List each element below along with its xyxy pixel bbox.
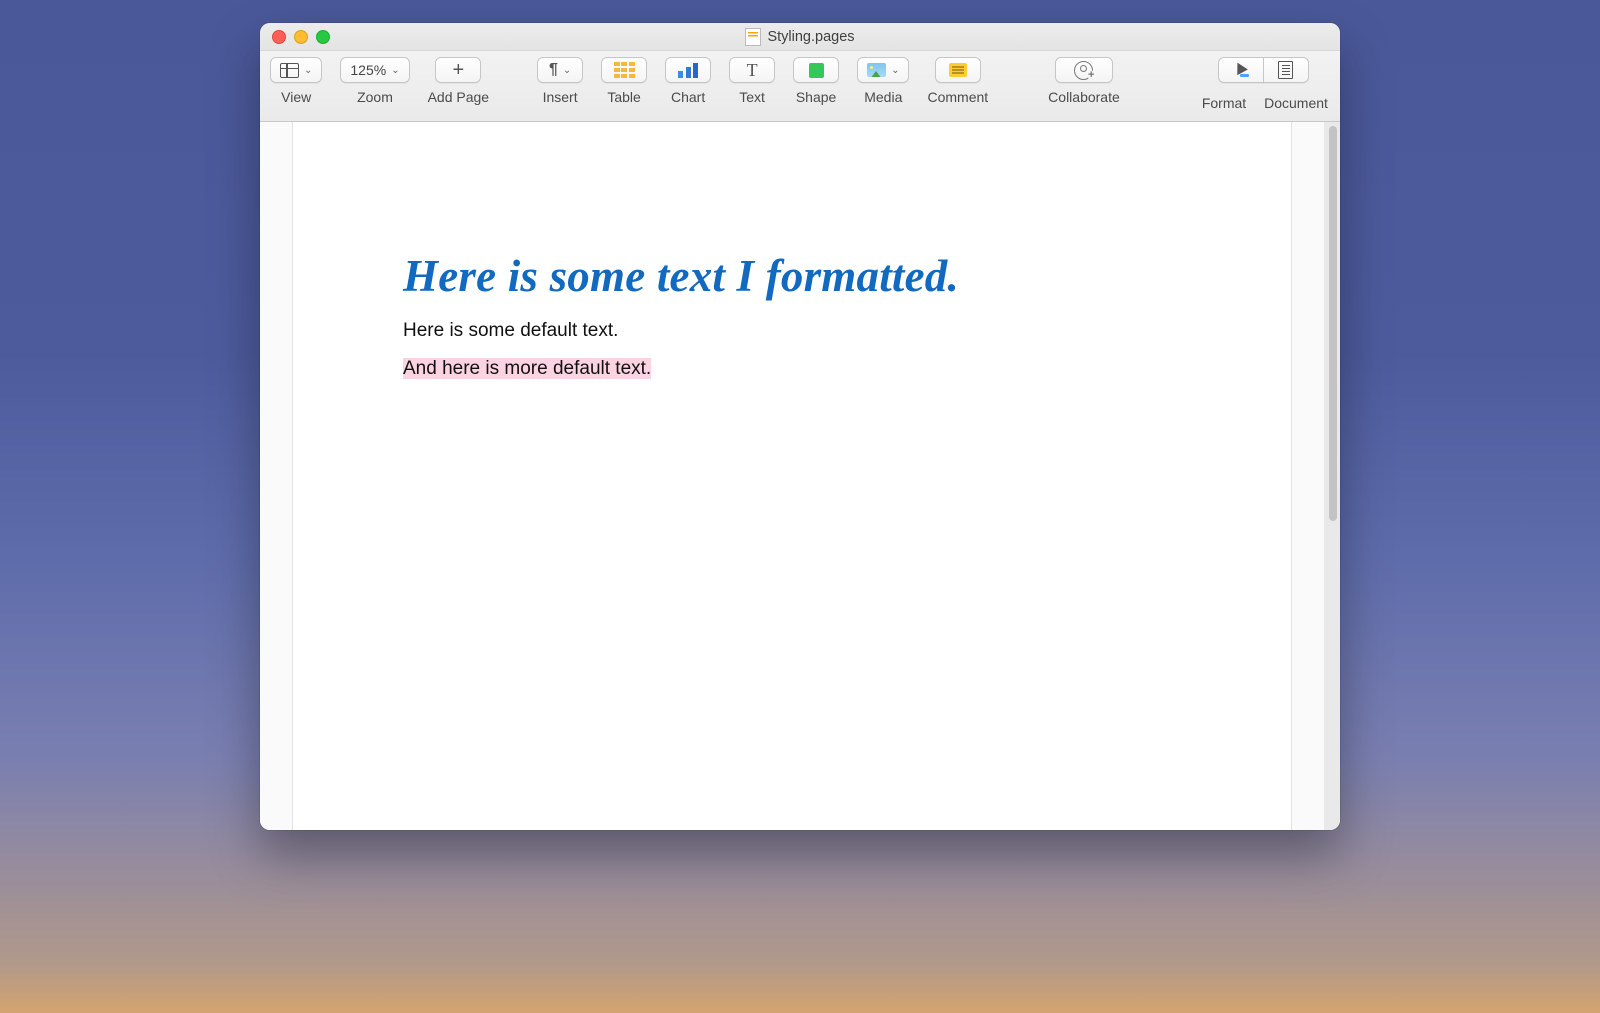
traffic-lights: [272, 30, 330, 44]
chart-icon: [678, 63, 698, 78]
plus-icon: +: [453, 60, 465, 80]
default-text-line[interactable]: Here is some default text.: [403, 320, 1181, 342]
minimize-window-button[interactable]: [294, 30, 308, 44]
comment-icon: [949, 63, 967, 77]
app-window: Styling.pages ⌄ View 125% ⌄ Zoom + Add P…: [260, 23, 1340, 830]
media-button[interactable]: ⌄: [857, 57, 909, 83]
zoom-value: 125%: [350, 62, 386, 78]
chevron-down-icon: ⌄: [391, 65, 399, 76]
document-canvas[interactable]: Here is some text I formatted. Here is s…: [260, 122, 1324, 830]
zoom-label: Zoom: [357, 89, 393, 105]
selected-text-line[interactable]: And here is more default text.: [403, 358, 1181, 380]
media-icon: [867, 63, 886, 77]
document-label: Document: [1262, 95, 1330, 111]
document-icon: [1278, 61, 1293, 79]
content-area: Here is some text I formatted. Here is s…: [260, 122, 1340, 830]
shape-label: Shape: [796, 89, 836, 105]
layout-icon: [280, 63, 299, 78]
comment-label: Comment: [927, 89, 988, 105]
window-title: Styling.pages: [260, 28, 1340, 46]
formatted-heading-line[interactable]: Here is some text I formatted.: [403, 250, 1181, 302]
selected-text-span[interactable]: And here is more default text.: [403, 358, 651, 379]
close-window-button[interactable]: [272, 30, 286, 44]
zoom-window-button[interactable]: [316, 30, 330, 44]
vertical-scrollbar[interactable]: [1324, 122, 1340, 830]
zoom-button[interactable]: 125% ⌄: [340, 57, 409, 83]
view-button[interactable]: ⌄: [270, 57, 322, 83]
collaborate-label: Collaborate: [1048, 89, 1120, 105]
table-label: Table: [607, 89, 640, 105]
document-file-icon: [745, 28, 761, 46]
table-button[interactable]: [601, 57, 647, 83]
add-page-button[interactable]: +: [435, 57, 481, 83]
text-label: Text: [739, 89, 765, 105]
table-icon: [614, 62, 635, 79]
document-button[interactable]: [1263, 57, 1309, 83]
chevron-down-icon: ⌄: [304, 65, 312, 76]
format-label: Format: [1196, 95, 1252, 111]
scrollbar-thumb[interactable]: [1329, 126, 1337, 521]
chevron-down-icon: ⌄: [891, 65, 899, 76]
insert-label: Insert: [543, 89, 578, 105]
text-button[interactable]: T: [729, 57, 775, 83]
shape-button[interactable]: [793, 57, 839, 83]
paintbrush-icon: [1232, 62, 1249, 78]
collaborate-icon: [1074, 61, 1093, 80]
add-page-label: Add Page: [428, 89, 490, 105]
chart-button[interactable]: [665, 57, 711, 83]
chevron-down-icon: ⌄: [563, 65, 571, 76]
insert-button[interactable]: ¶ ⌄: [537, 57, 583, 83]
media-label: Media: [864, 89, 902, 105]
text-icon: T: [747, 60, 758, 81]
shape-icon: [809, 63, 824, 78]
pilcrow-icon: ¶: [549, 61, 558, 79]
window-title-text: Styling.pages: [767, 29, 854, 45]
chart-label: Chart: [671, 89, 705, 105]
view-label: View: [281, 89, 311, 105]
page[interactable]: Here is some text I formatted. Here is s…: [292, 122, 1292, 830]
main-toolbar: ⌄ View 125% ⌄ Zoom + Add Page ¶ ⌄ Insert: [260, 51, 1340, 122]
format-button[interactable]: [1218, 57, 1264, 83]
comment-button[interactable]: [935, 57, 981, 83]
titlebar[interactable]: Styling.pages: [260, 23, 1340, 51]
collaborate-button[interactable]: [1055, 57, 1113, 83]
